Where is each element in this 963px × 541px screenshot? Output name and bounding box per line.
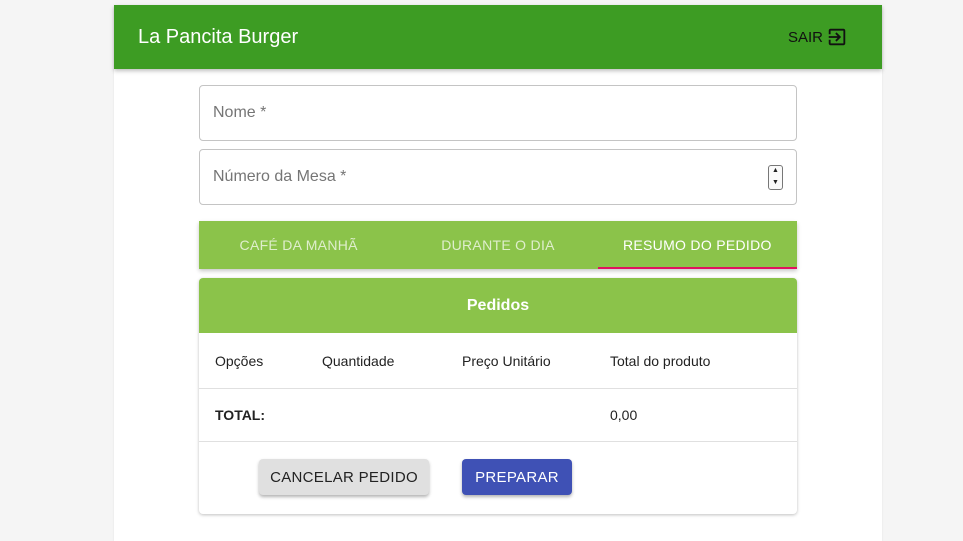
name-field[interactable] (199, 85, 797, 141)
tab-order-summary[interactable]: RESUMO DO PEDIDO (597, 221, 798, 269)
page-container: La Pancita Burger SAIR ▲ ▼ CAFÉ DA MANHÃ… (114, 5, 882, 541)
total-value: 0,00 (610, 407, 638, 423)
total-label: TOTAL: (215, 407, 266, 423)
order-summary-card: Pedidos Opções Quantidade Preço Unitário… (199, 278, 797, 514)
order-title: Pedidos (199, 278, 797, 333)
column-header-unit-price: Preço Unitário (462, 352, 551, 369)
tab-all-day[interactable]: DURANTE O DIA (398, 221, 597, 269)
tab-breakfast[interactable]: CAFÉ DA MANHÃ (199, 221, 398, 269)
table-header-row: Opções Quantidade Preço Unitário Total d… (199, 333, 797, 389)
total-row: TOTAL: 0,00 (199, 389, 797, 442)
order-actions: CANCELAR PEDIDO PREPARAR (199, 442, 797, 514)
column-header-product-total: Total do produto (610, 352, 711, 369)
app-bar: La Pancita Burger SAIR (114, 5, 882, 69)
menu-tabs: CAFÉ DA MANHÃ DURANTE O DIA RESUMO DO PE… (199, 221, 798, 269)
table-number-field[interactable]: ▲ ▼ (199, 149, 797, 205)
stepper-up-icon[interactable]: ▲ (772, 167, 779, 175)
cancel-order-button[interactable]: CANCELAR PEDIDO (259, 459, 429, 495)
column-header-quantity: Quantidade (322, 352, 395, 369)
logout-button[interactable]: SAIR (788, 26, 848, 48)
name-input[interactable] (213, 86, 783, 140)
stepper-down-icon[interactable]: ▼ (772, 179, 779, 187)
table-number-input[interactable] (213, 150, 768, 204)
number-stepper[interactable]: ▲ ▼ (768, 164, 783, 190)
column-header-options: Opções (215, 352, 264, 369)
app-title: La Pancita Burger (138, 25, 299, 48)
prepare-button[interactable]: PREPARAR (462, 459, 572, 495)
logout-label: SAIR (787, 28, 823, 46)
exit-to-app-icon (826, 26, 848, 48)
